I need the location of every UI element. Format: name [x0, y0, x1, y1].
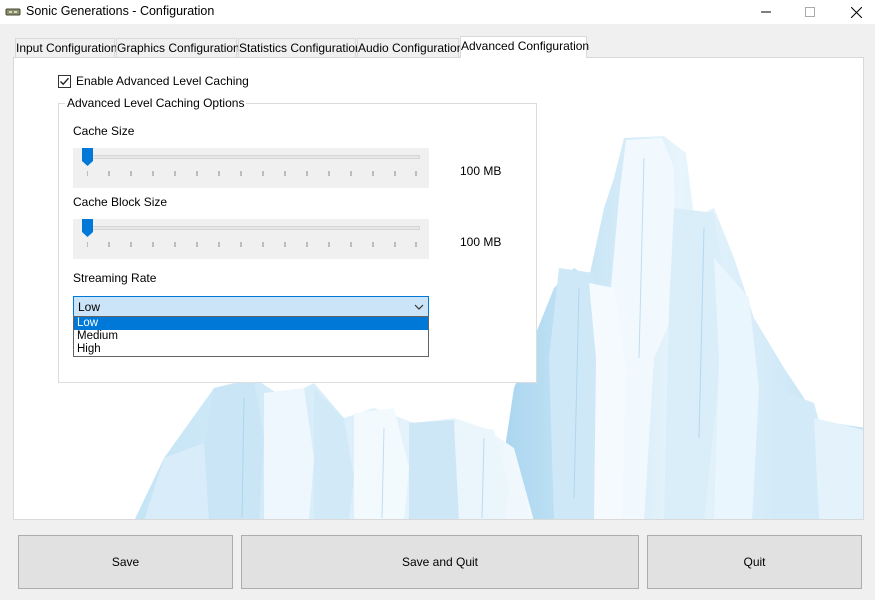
save-button[interactable]: Save: [18, 535, 233, 589]
save-and-quit-button[interactable]: Save and Quit: [241, 535, 639, 589]
tab-audio-configuration[interactable]: Audio Configuration: [357, 38, 463, 58]
maximize-icon: [805, 7, 815, 17]
cache-block-size-value: 100 MB: [460, 235, 502, 249]
chevron-down-icon: [414, 304, 424, 310]
caching-options-title: Advanced Level Caching Options: [65, 96, 247, 110]
tab-input-configuration[interactable]: Input Configuration: [15, 38, 117, 58]
cache-size-slider[interactable]: [73, 148, 429, 188]
maximize-button[interactable]: [787, 0, 833, 24]
slider-thumb[interactable]: [82, 148, 93, 166]
tab-statistics-configuration[interactable]: Statistics Configuration: [238, 38, 362, 58]
tab-graphics-configuration[interactable]: Graphics Configuration: [116, 38, 240, 58]
advanced-configuration-panel: Enable Advanced Level Caching Advanced L…: [13, 57, 864, 520]
slider-track: [85, 226, 420, 230]
slider-ticks: [87, 242, 417, 247]
streaming-rate-selected: Low: [78, 300, 101, 314]
close-icon: [850, 6, 862, 18]
option-low[interactable]: Low: [74, 317, 428, 330]
option-medium[interactable]: Medium: [74, 330, 428, 343]
cache-size-value: 100 MB: [460, 164, 502, 178]
enable-advanced-caching-label: Enable Advanced Level Caching: [76, 74, 249, 88]
streaming-rate-combobox[interactable]: Low: [73, 296, 429, 317]
app-icon: [5, 6, 21, 18]
minimize-icon: [761, 11, 771, 13]
option-high[interactable]: High: [74, 343, 428, 356]
cache-block-size-slider[interactable]: [73, 219, 429, 259]
title-bar: Sonic Generations - Configuration: [0, 0, 875, 24]
cache-block-size-label: Cache Block Size: [73, 195, 168, 209]
enable-advanced-caching-checkbox[interactable]: [58, 75, 71, 88]
window-title: Sonic Generations - Configuration: [26, 4, 215, 18]
streaming-rate-dropdown-list: Low Medium High: [73, 316, 429, 357]
slider-track: [85, 155, 420, 159]
minimize-button[interactable]: [743, 0, 789, 24]
slider-ticks: [87, 171, 417, 176]
quit-button[interactable]: Quit: [647, 535, 862, 589]
slider-thumb[interactable]: [82, 219, 93, 237]
streaming-rate-label: Streaming Rate: [73, 271, 157, 285]
close-button[interactable]: [833, 0, 875, 24]
cache-size-label: Cache Size: [73, 124, 135, 138]
tab-advanced-configuration[interactable]: Advanced Configuration: [460, 36, 589, 58]
checkmark-icon: [60, 77, 70, 86]
